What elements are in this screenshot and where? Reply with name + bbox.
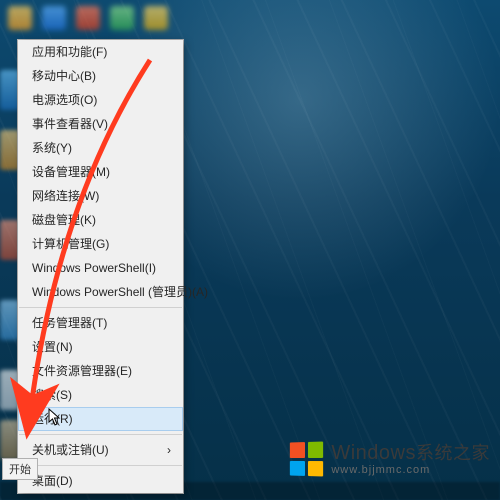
- watermark: Windows系统之家 www.bjjmmc.com: [289, 442, 490, 476]
- menu-item-shutdown-or-signout[interactable]: 关机或注销(U) ›: [18, 438, 183, 462]
- menu-separator: [19, 465, 182, 466]
- menu-item-settings[interactable]: 设置(N): [18, 335, 183, 359]
- desktop-icon-blurred: [0, 300, 20, 340]
- menu-item-file-explorer[interactable]: 文件资源管理器(E): [18, 359, 183, 383]
- menu-item-search[interactable]: 搜索(S): [18, 383, 183, 407]
- desktop-icon-blurred: [0, 220, 20, 260]
- menu-separator: [19, 434, 182, 435]
- submenu-arrow-icon: ›: [167, 443, 171, 457]
- watermark-brand-en: Windows: [331, 442, 416, 464]
- menu-item-mobility-center[interactable]: 移动中心(B): [18, 64, 183, 88]
- menu-item-powershell[interactable]: Windows PowerShell(I): [18, 256, 183, 280]
- menu-item-apps-and-features[interactable]: 应用和功能(F): [18, 40, 183, 64]
- menu-item-powershell-admin[interactable]: Windows PowerShell (管理员)(A): [18, 280, 183, 304]
- menu-separator: [19, 307, 182, 308]
- desktop-icon-blurred: [0, 370, 20, 410]
- menu-item-desktop[interactable]: 桌面(D): [18, 469, 183, 493]
- winx-context-menu: 应用和功能(F) 移动中心(B) 电源选项(O) 事件查看器(V) 系统(Y) …: [18, 40, 183, 493]
- menu-item-network-connections[interactable]: 网络连接(W): [18, 184, 183, 208]
- menu-item-computer-management[interactable]: 计算机管理(G): [18, 232, 183, 256]
- menu-item-device-manager[interactable]: 设备管理器(M): [18, 160, 183, 184]
- desktop-icon-blurred: [0, 130, 20, 170]
- menu-item-power-options[interactable]: 电源选项(O): [18, 88, 183, 112]
- watermark-url: www.bjjmmc.com: [331, 465, 490, 476]
- menu-item-event-viewer[interactable]: 事件查看器(V): [18, 112, 183, 136]
- menu-item-disk-management[interactable]: 磁盘管理(K): [18, 208, 183, 232]
- start-button-tooltip: 开始: [2, 458, 38, 480]
- watermark-brand-zh: 系统之家: [416, 443, 490, 463]
- menu-item-run[interactable]: 运行(R): [18, 407, 183, 431]
- windows-logo-icon: [290, 441, 323, 476]
- watermark-text: Windows系统之家 www.bjjmmc.com: [331, 443, 490, 476]
- menu-item-label: 关机或注销(U): [32, 443, 109, 457]
- menu-item-task-manager[interactable]: 任务管理器(T): [18, 311, 183, 335]
- desktop-icon-blurred: [0, 70, 20, 110]
- menu-item-system[interactable]: 系统(Y): [18, 136, 183, 160]
- desktop: 应用和功能(F) 移动中心(B) 电源选项(O) 事件查看器(V) 系统(Y) …: [0, 0, 500, 500]
- desktop-icon-blurred: [0, 420, 20, 460]
